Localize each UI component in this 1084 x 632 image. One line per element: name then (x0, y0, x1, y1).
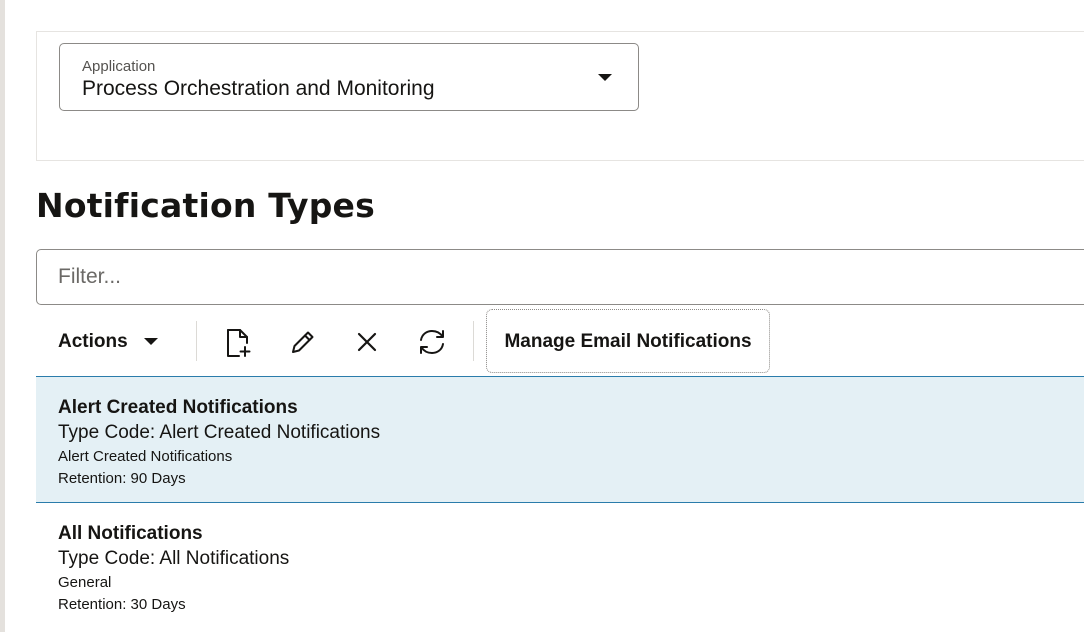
delete-button[interactable] (347, 322, 387, 362)
manage-email-notifications-button[interactable]: Manage Email Notifications (486, 309, 770, 373)
manage-email-notifications-label: Manage Email Notifications (504, 331, 752, 352)
toolbar-divider (196, 321, 197, 361)
actions-label: Actions (58, 331, 128, 352)
item-type-code: Type Code: Alert Created Notifications (58, 422, 381, 443)
actions-menu-button[interactable]: Actions (46, 323, 176, 361)
filter-input[interactable] (36, 249, 1084, 305)
toolbar: Actions Manage Email Notifications (36, 309, 1084, 373)
page-title: Notification Types (36, 186, 375, 225)
chevron-down-icon (144, 338, 158, 345)
item-description: General (58, 574, 112, 591)
create-icon (227, 329, 251, 357)
application-panel: Application Process Orchestration and Mo… (36, 31, 1084, 161)
application-select-value: Process Orchestration and Monitoring (82, 77, 435, 100)
left-edge-strip (0, 0, 5, 632)
item-title: All Notifications (58, 523, 203, 544)
application-select[interactable]: Application Process Orchestration and Mo… (59, 43, 639, 111)
refresh-icon (420, 330, 444, 354)
toolbar-divider (473, 321, 474, 361)
notification-types-list: Alert Created Notifications Type Code: A… (36, 376, 1084, 630)
create-button[interactable] (219, 322, 259, 362)
item-type-code: Type Code: All Notifications (58, 548, 290, 569)
edit-button[interactable] (283, 322, 323, 362)
delete-icon (357, 332, 377, 352)
chevron-down-icon[interactable] (598, 74, 612, 81)
item-retention: Retention: 30 Days (58, 596, 186, 613)
item-title: Alert Created Notifications (58, 397, 298, 418)
list-item[interactable]: All Notifications Type Code: All Notific… (36, 503, 1084, 630)
edit-icon (292, 331, 314, 353)
item-description: Alert Created Notifications (58, 448, 233, 465)
refresh-button[interactable] (411, 322, 451, 362)
item-retention: Retention: 90 Days (58, 470, 186, 487)
application-select-label: Application (82, 58, 156, 75)
list-item[interactable]: Alert Created Notifications Type Code: A… (36, 376, 1084, 503)
